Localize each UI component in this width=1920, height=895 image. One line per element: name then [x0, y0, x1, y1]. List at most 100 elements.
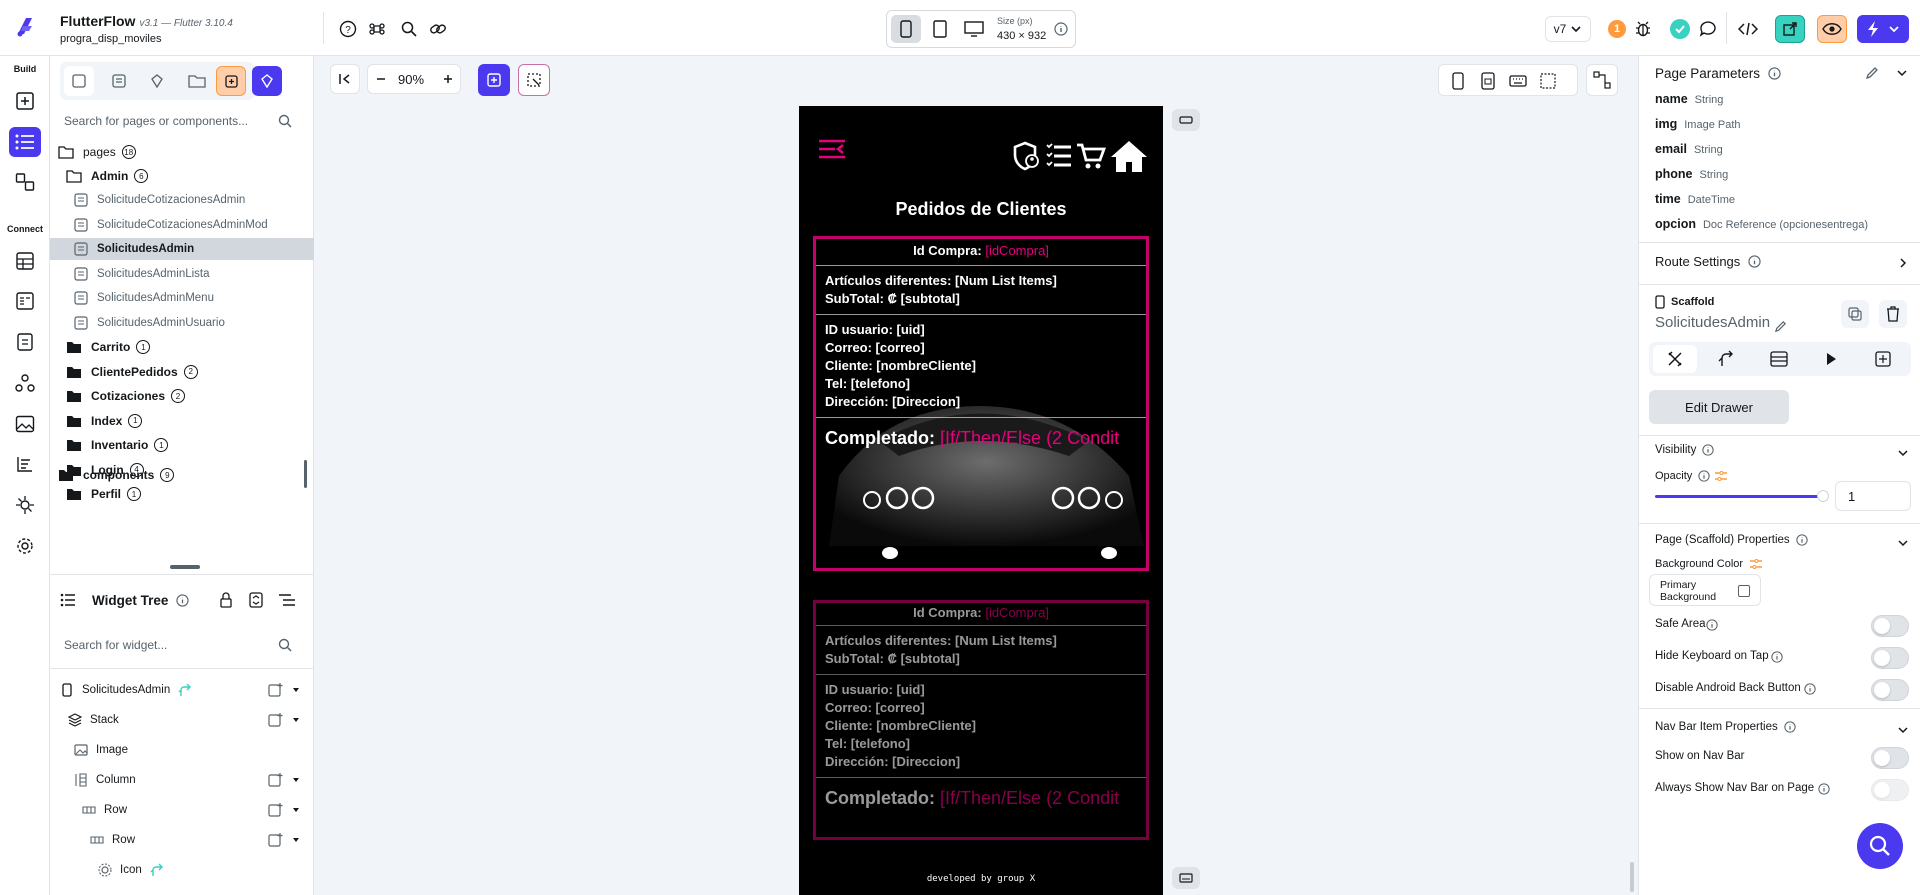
open-external-icon[interactable] — [1775, 15, 1805, 43]
icon-node[interactable]: Icon — [50, 856, 314, 884]
page-item[interactable]: SolicitudeCotizacionesAdmin — [50, 189, 314, 211]
properties-tab-icon[interactable] — [1653, 345, 1697, 373]
folder-carrito[interactable]: Carrito 1 — [66, 336, 298, 358]
media-assets-icon[interactable] — [9, 409, 41, 439]
widget-search-input[interactable]: Search for widget... — [58, 631, 298, 659]
page-item[interactable]: SolicitudesAdmin — [50, 238, 314, 260]
chevron-down-icon[interactable] — [1895, 535, 1911, 551]
page-param-row[interactable]: time DateTime — [1655, 192, 1735, 206]
database-icon[interactable] — [9, 246, 41, 276]
version-select[interactable]: v7 — [1545, 16, 1591, 42]
page-item[interactable]: SolicitudesAdminMenu — [50, 287, 314, 309]
command-icon[interactable] — [366, 18, 388, 40]
phone-device-button[interactable] — [891, 15, 921, 43]
actions-tab-icon[interactable] — [1705, 345, 1749, 373]
add-child-widget-icon[interactable] — [264, 768, 304, 792]
folder-index[interactable]: Index 1 — [66, 410, 298, 432]
admin-shield-icon[interactable] — [1011, 140, 1043, 172]
notification-badge[interactable]: 1 — [1608, 20, 1626, 38]
page-param-row[interactable]: email String — [1655, 142, 1723, 156]
tablet-device-button[interactable] — [925, 15, 955, 43]
folder-admin[interactable]: Admin 6 — [66, 165, 298, 187]
variable-icon[interactable] — [1714, 470, 1728, 482]
settings-gear-icon[interactable] — [9, 531, 41, 561]
add-widget-icon[interactable] — [478, 64, 510, 96]
edit-drawer-button[interactable]: Edit Drawer — [1649, 390, 1789, 424]
code-icon[interactable] — [1736, 18, 1760, 40]
chevron-down-icon[interactable] — [1893, 64, 1911, 82]
page-parameters-header[interactable]: Page Parameters — [1655, 66, 1781, 81]
pages-tab-icon[interactable] — [64, 66, 94, 96]
integrations-icon[interactable] — [9, 490, 41, 520]
structure-icon[interactable] — [1586, 64, 1618, 96]
image-node[interactable]: Image — [50, 736, 314, 764]
zoom-in-icon[interactable] — [437, 68, 459, 90]
hide-keyboard-toggle[interactable] — [1871, 647, 1909, 669]
link-icon[interactable] — [427, 18, 449, 40]
page-param-row[interactable]: name String — [1655, 92, 1723, 106]
always-show-nav-toggle[interactable] — [1871, 779, 1909, 801]
localization-icon[interactable] — [9, 449, 41, 479]
route-settings-header[interactable]: Route Settings — [1655, 254, 1761, 269]
page-item[interactable]: SolicitudeCotizacionesAdminMod — [50, 214, 314, 236]
bottom-handle-icon[interactable] — [1172, 867, 1200, 889]
info-icon[interactable] — [1053, 21, 1069, 37]
cart-icon[interactable] — [1075, 140, 1107, 172]
info-icon[interactable] — [174, 592, 190, 608]
nav-bar-props-header[interactable]: Nav Bar Item Properties — [1655, 721, 1796, 733]
chevron-down-icon[interactable] — [1895, 722, 1911, 738]
page-param-row[interactable]: opcion Doc Reference (opcionesentrega) — [1655, 217, 1868, 231]
new-folder-icon[interactable] — [182, 66, 212, 96]
duplicate-icon[interactable] — [1841, 300, 1869, 328]
tree-options-icon[interactable] — [276, 590, 298, 610]
disable-back-toggle[interactable] — [1871, 679, 1909, 701]
add-page-icon[interactable] — [9, 86, 41, 116]
folder-perfil[interactable]: Perfil 1 — [66, 483, 298, 505]
home-icon[interactable] — [1109, 138, 1149, 174]
scrollbar-thumb[interactable] — [304, 460, 307, 488]
phone-frame-icon[interactable] — [1477, 70, 1499, 92]
preview-eye-icon[interactable] — [1817, 15, 1847, 43]
check-status-icon[interactable] — [1670, 19, 1690, 39]
folder-clientepedidos[interactable]: ClientePedidos 2 — [66, 361, 298, 383]
phone-preview-icon[interactable] — [1447, 70, 1469, 92]
add-child-widget-icon[interactable] — [264, 828, 304, 852]
zoom-out-icon[interactable] — [370, 68, 392, 90]
visibility-header[interactable]: Visibility — [1655, 444, 1714, 456]
folder-pages[interactable]: pages 18 — [58, 141, 298, 163]
folder-components[interactable]: components 9 — [58, 464, 298, 486]
chevron-right-icon[interactable] — [1895, 255, 1911, 271]
flutterflow-logo-icon[interactable] — [12, 14, 38, 40]
help-search-fab-icon[interactable] — [1857, 823, 1903, 869]
scaffold-props-header[interactable]: Page (Scaffold) Properties — [1655, 534, 1808, 546]
select-mode-icon[interactable] — [518, 64, 550, 96]
show-nav-toggle[interactable] — [1871, 747, 1909, 769]
run-button[interactable] — [1857, 15, 1909, 43]
branch-icon[interactable] — [150, 863, 164, 877]
opacity-slider[interactable] — [1655, 495, 1820, 498]
delete-trash-icon[interactable] — [1879, 300, 1907, 328]
safe-area-toggle[interactable] — [1871, 615, 1909, 637]
top-handle-icon[interactable] — [1172, 109, 1200, 131]
storyboard-icon[interactable] — [9, 167, 41, 197]
branch-icon[interactable] — [178, 683, 192, 697]
page-param-row[interactable]: phone String — [1655, 167, 1728, 181]
page-item[interactable]: SolicitudesAdminLista — [50, 263, 314, 285]
components-tab-icon[interactable] — [104, 66, 134, 96]
order-card[interactable]: Id Compra: [idCompra] Artículos diferent… — [813, 236, 1149, 571]
page-selector-icon[interactable] — [9, 127, 41, 157]
folder-cotizaciones[interactable]: Cotizaciones 2 — [66, 385, 298, 407]
expand-collapse-icon[interactable] — [246, 590, 266, 610]
bg-color-picker[interactable]: Primary Background — [1649, 574, 1761, 606]
add-page-button-icon[interactable] — [216, 66, 246, 96]
backend-query-tab-icon[interactable] — [1757, 345, 1801, 373]
list-icon[interactable] — [1043, 140, 1075, 172]
canvas-scrollbar[interactable] — [1630, 862, 1634, 892]
page-search-input[interactable]: Search for pages or components... — [58, 107, 298, 135]
api-calls-icon[interactable] — [9, 286, 41, 316]
order-card[interactable]: Id Compra: [idCompra] Artículos diferent… — [813, 600, 1149, 840]
app-state-icon[interactable] — [9, 327, 41, 357]
phone-preview[interactable]: Pedidos de Clientes Id Compra: [idCompra… — [799, 106, 1163, 895]
bug-icon[interactable] — [1632, 18, 1654, 40]
custom-code-icon[interactable] — [9, 368, 41, 398]
